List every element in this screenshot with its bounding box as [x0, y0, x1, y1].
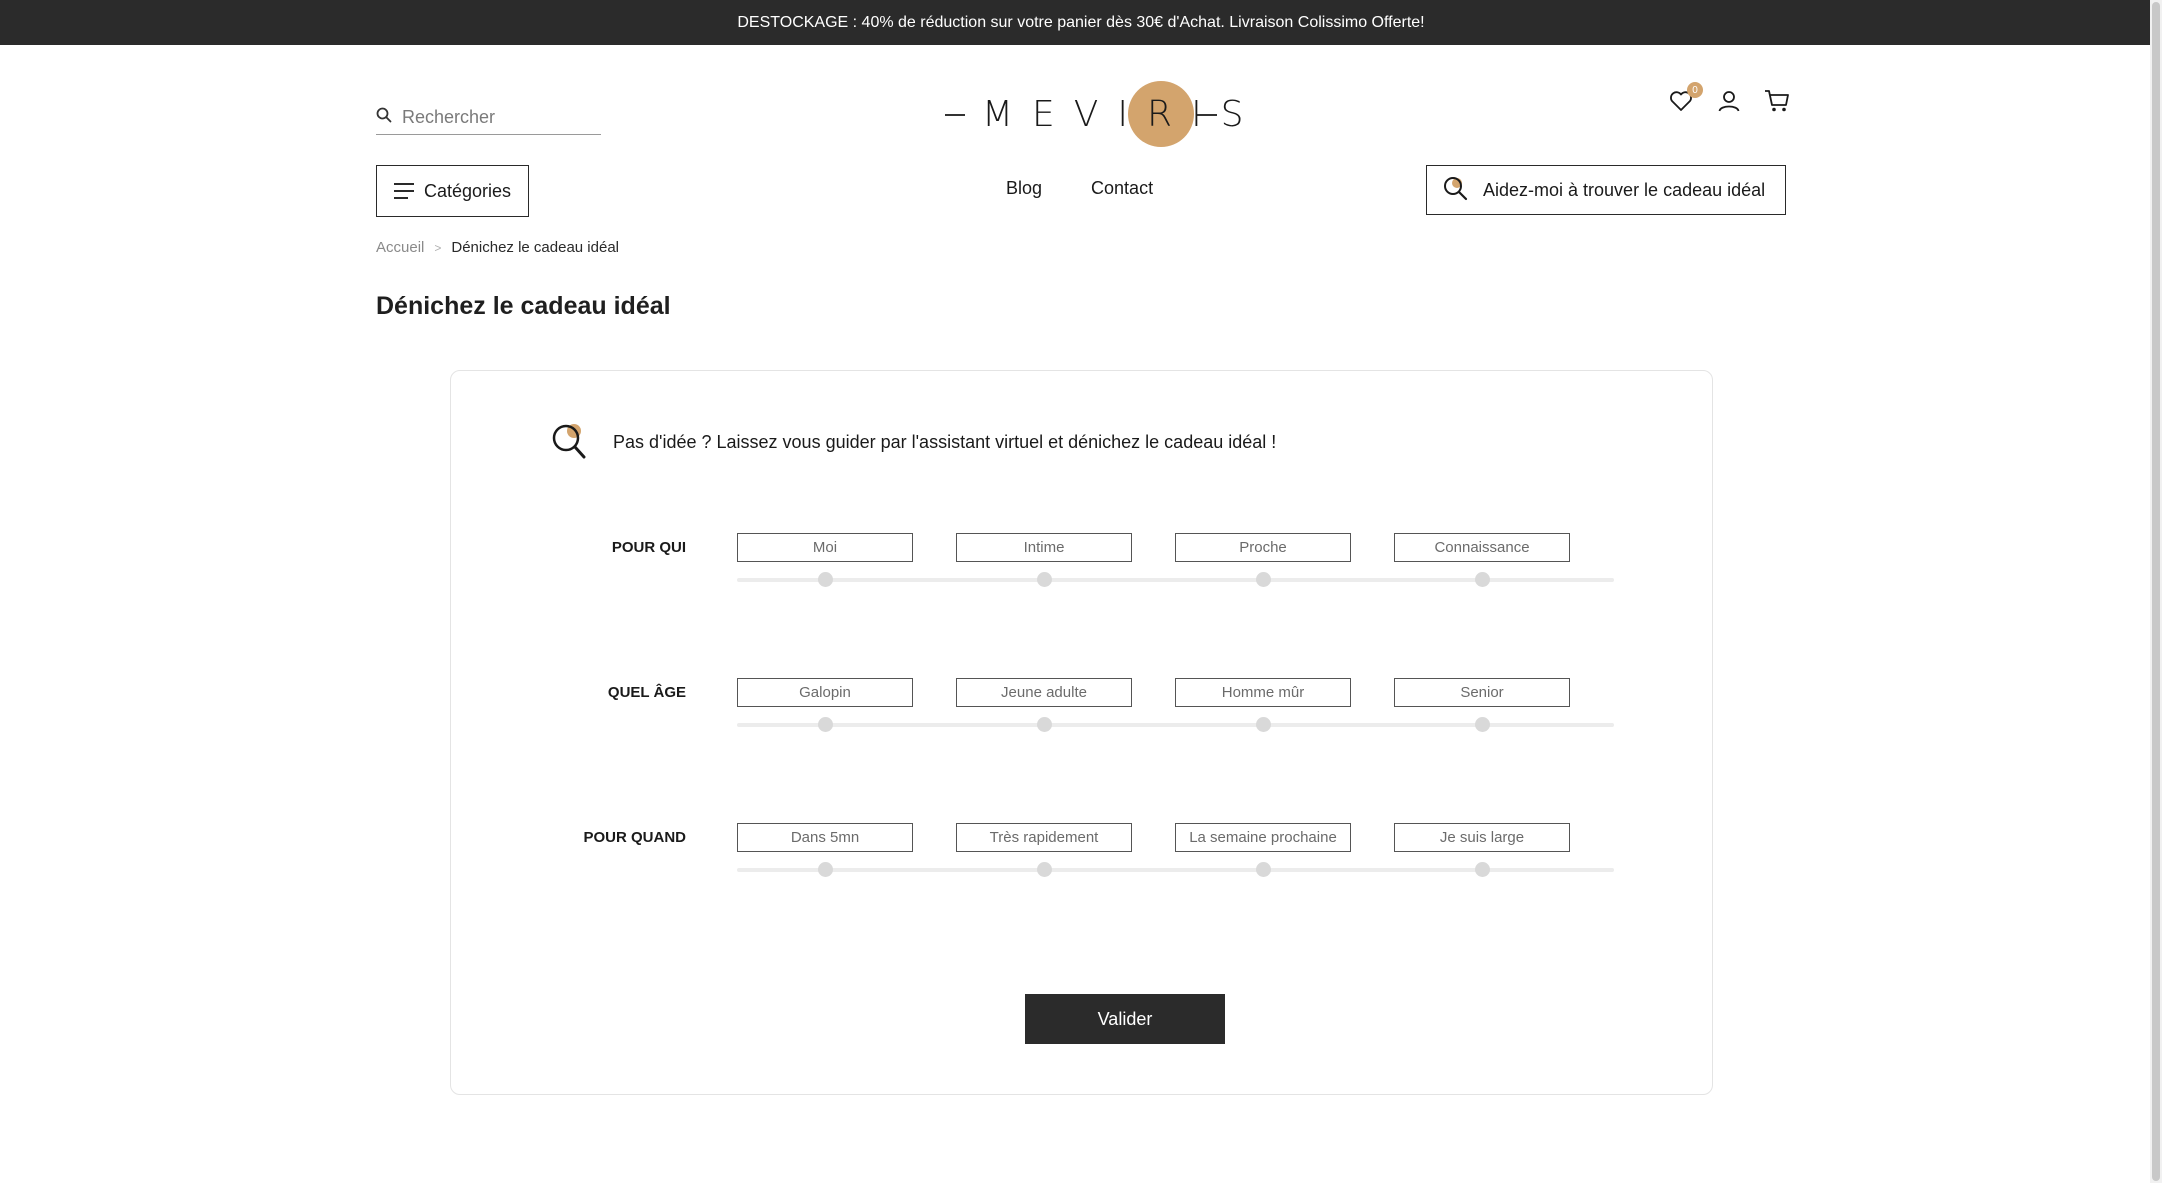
account-button[interactable]: [1716, 90, 1742, 116]
logo-dash-left: [945, 114, 965, 116]
breadcrumb-home[interactable]: Accueil: [376, 239, 424, 256]
logo-text: MEVIRIS: [982, 94, 1263, 135]
search-bar[interactable]: [376, 100, 601, 135]
option-jeune-adulte[interactable]: Jeune adulte: [956, 678, 1132, 707]
gift-finder-button[interactable]: Aidez-moi à trouver le cadeau idéal: [1426, 165, 1786, 215]
cart-button[interactable]: [1764, 89, 1790, 118]
hamburger-icon: [394, 183, 414, 199]
slider-stop[interactable]: [818, 572, 833, 587]
breadcrumb-separator: >: [434, 240, 442, 255]
slider-stop[interactable]: [1037, 572, 1052, 587]
option-homme-mur[interactable]: Homme mûr: [1175, 678, 1351, 707]
slider-stop[interactable]: [818, 717, 833, 732]
magnifier-icon: [1443, 175, 1469, 206]
slider-stop[interactable]: [1475, 862, 1490, 877]
slider-stop[interactable]: [1256, 572, 1271, 587]
option-connaissance[interactable]: Connaissance: [1394, 533, 1570, 562]
nav-link-blog[interactable]: Blog: [1006, 178, 1042, 199]
scrollbar-thumb[interactable]: [2152, 2, 2160, 1181]
option-intime[interactable]: Intime: [956, 533, 1132, 562]
slider-stop[interactable]: [818, 862, 833, 877]
categories-label: Catégories: [424, 180, 512, 201]
page-scrollbar[interactable]: [2150, 0, 2162, 1183]
categories-button[interactable]: Catégories: [376, 165, 529, 217]
option-moi[interactable]: Moi: [737, 533, 913, 562]
page-title: Dénichez le cadeau idéal: [376, 292, 671, 320]
gift-wizard-card: Pas d'idée ? Laissez vous guider par l'a…: [450, 370, 1713, 1095]
slider-stop[interactable]: [1256, 717, 1271, 732]
gift-finder-label: Aidez-moi à trouver le cadeau idéal: [1483, 179, 1766, 200]
slider-stop[interactable]: [1475, 572, 1490, 587]
wishlist-button[interactable]: 0: [1668, 82, 1703, 116]
slider-stop[interactable]: [1037, 717, 1052, 732]
wizard-intro: Pas d'idée ? Laissez vous guider par l'a…: [551, 421, 1276, 464]
site-logo[interactable]: MEVIRIS: [945, 78, 1244, 150]
question-label-quel-age: QUEL ÂGE: [607, 684, 686, 701]
option-je-suis-large[interactable]: Je suis large: [1394, 823, 1570, 852]
option-senior[interactable]: Senior: [1394, 678, 1570, 707]
option-proche[interactable]: Proche: [1175, 533, 1351, 562]
cart-icon: [1764, 89, 1790, 118]
promo-banner: DESTOCKAGE : 40% de réduction sur votre …: [0, 0, 2162, 45]
wishlist-count-badge: 0: [1687, 82, 1703, 98]
slider-stop[interactable]: [1256, 862, 1271, 877]
question-label-pour-qui: POUR QUI: [611, 539, 686, 556]
option-semaine-prochaine[interactable]: La semaine prochaine: [1175, 823, 1351, 852]
user-icon: [1717, 89, 1741, 118]
option-galopin[interactable]: Galopin: [737, 678, 913, 707]
slider-stop[interactable]: [1037, 862, 1052, 877]
option-dans-5mn[interactable]: Dans 5mn: [737, 823, 913, 852]
main-nav: Blog Contact: [1006, 178, 1153, 199]
header-actions: 0: [1668, 82, 1790, 118]
slider-stop[interactable]: [1475, 717, 1490, 732]
question-label-pour-quand: POUR QUAND: [583, 829, 686, 846]
wizard-intro-text: Pas d'idée ? Laissez vous guider par l'a…: [613, 432, 1277, 452]
nav-link-contact[interactable]: Contact: [1091, 178, 1153, 199]
magnifier-icon: [551, 421, 587, 464]
submit-button[interactable]: Valider: [1025, 994, 1225, 1044]
breadcrumb: Accueil > Dénichez le cadeau idéal: [376, 239, 619, 256]
search-input[interactable]: [402, 106, 592, 128]
search-icon[interactable]: [376, 107, 392, 128]
promo-banner-text: DESTOCKAGE : 40% de réduction sur votre …: [737, 13, 1425, 31]
option-tres-rapidement[interactable]: Très rapidement: [956, 823, 1132, 852]
breadcrumb-current: Dénichez le cadeau idéal: [451, 239, 619, 256]
